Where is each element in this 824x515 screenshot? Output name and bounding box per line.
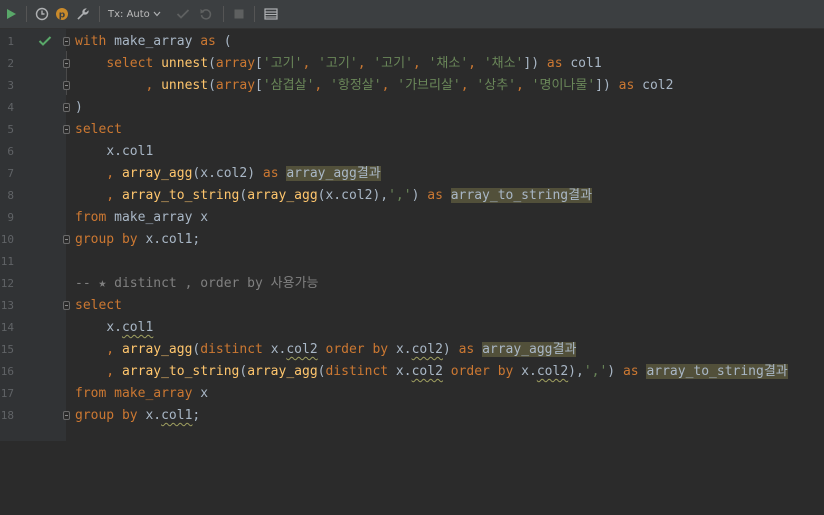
toolbar-separator — [253, 6, 255, 22]
chevron-down-icon — [153, 11, 161, 17]
fold-toggle[interactable] — [63, 411, 70, 420]
svg-text:p: p — [59, 11, 66, 21]
code-line: 7 , array_agg(x.col2) as array_agg결과 — [0, 163, 824, 185]
settings-wrench-icon[interactable] — [73, 3, 93, 25]
line-number: 5 — [7, 123, 14, 136]
code-line: 13 select — [0, 295, 824, 317]
stop-icon[interactable] — [230, 3, 248, 25]
code-line: 17 from make_array x — [0, 383, 824, 405]
code-line: 16 , array_to_string(array_agg(distinct … — [0, 361, 824, 383]
fold-toggle[interactable] — [63, 235, 70, 244]
toolbar-separator — [99, 6, 100, 22]
line-number: 9 — [7, 211, 14, 224]
line-number: 1 — [7, 35, 14, 48]
line-number: 14 — [0, 321, 14, 334]
code-line: 11 — [0, 251, 824, 273]
rollback-icon[interactable] — [195, 3, 217, 25]
line-number: 7 — [7, 167, 14, 180]
fold-toggle[interactable] — [63, 125, 70, 134]
code-editor[interactable]: 1 with make_array as ( 2 select unnest(a… — [0, 29, 824, 441]
execute-icon[interactable] — [2, 3, 20, 25]
line-number: 6 — [7, 145, 14, 158]
code-line: 9 from make_array x — [0, 207, 824, 229]
line-number: 4 — [7, 101, 14, 114]
code-line: 1 with make_array as ( — [0, 31, 824, 53]
output-table-icon[interactable] — [261, 3, 281, 25]
code-comment: -- ★ distinct , order by 사용가능 — [75, 276, 319, 291]
fold-toggle[interactable] — [63, 103, 70, 112]
code-line: 5 select — [0, 119, 824, 141]
fold-toggle[interactable] — [63, 59, 70, 68]
code-line: 4 ) — [0, 97, 824, 119]
toolbar-separator — [26, 6, 27, 22]
commit-icon[interactable] — [171, 3, 195, 25]
transaction-mode-select[interactable]: Tx: Auto — [106, 9, 163, 20]
success-check-icon — [38, 36, 52, 46]
code-line: 6 x.col1 — [0, 141, 824, 163]
fold-toggle[interactable] — [63, 37, 70, 46]
fold-toggle[interactable] — [63, 81, 70, 90]
line-number: 12 — [0, 277, 14, 290]
line-number: 16 — [0, 365, 14, 378]
code-line: 8 , array_to_string(array_agg(x.col2),',… — [0, 185, 824, 207]
line-number: 17 — [0, 387, 14, 400]
line-number: 2 — [7, 57, 14, 70]
toolbar-separator — [222, 6, 224, 22]
line-number: 18 — [0, 409, 14, 422]
code-line: 12 -- ★ distinct , order by 사용가능 — [0, 273, 824, 295]
line-number: 13 — [0, 299, 14, 312]
line-number: 11 — [0, 255, 14, 268]
code-line: 15 , array_agg(distinct x.col2 order by … — [0, 339, 824, 361]
code-line: 14 x.col1 — [0, 317, 824, 339]
history-icon[interactable] — [33, 3, 51, 25]
line-number: 8 — [7, 189, 14, 202]
line-number: 3 — [7, 79, 14, 92]
code-line: 18 group by x.col1; — [0, 405, 824, 427]
line-number: 15 — [0, 343, 14, 356]
line-number: 10 — [0, 233, 14, 246]
code-line: 10 group by x.col1; — [0, 229, 824, 251]
transaction-mode-label: Tx: Auto — [108, 8, 150, 20]
code-line: 3 , unnest(array['삼겹살', '항정살', '가브리살', '… — [0, 75, 824, 97]
fold-toggle[interactable] — [63, 301, 70, 310]
explain-plan-icon[interactable]: p — [51, 3, 73, 25]
code-line: 2 select unnest(array['고기', '고기', '고기', … — [0, 53, 824, 75]
editor-toolbar: p Tx: Auto — [0, 0, 824, 29]
